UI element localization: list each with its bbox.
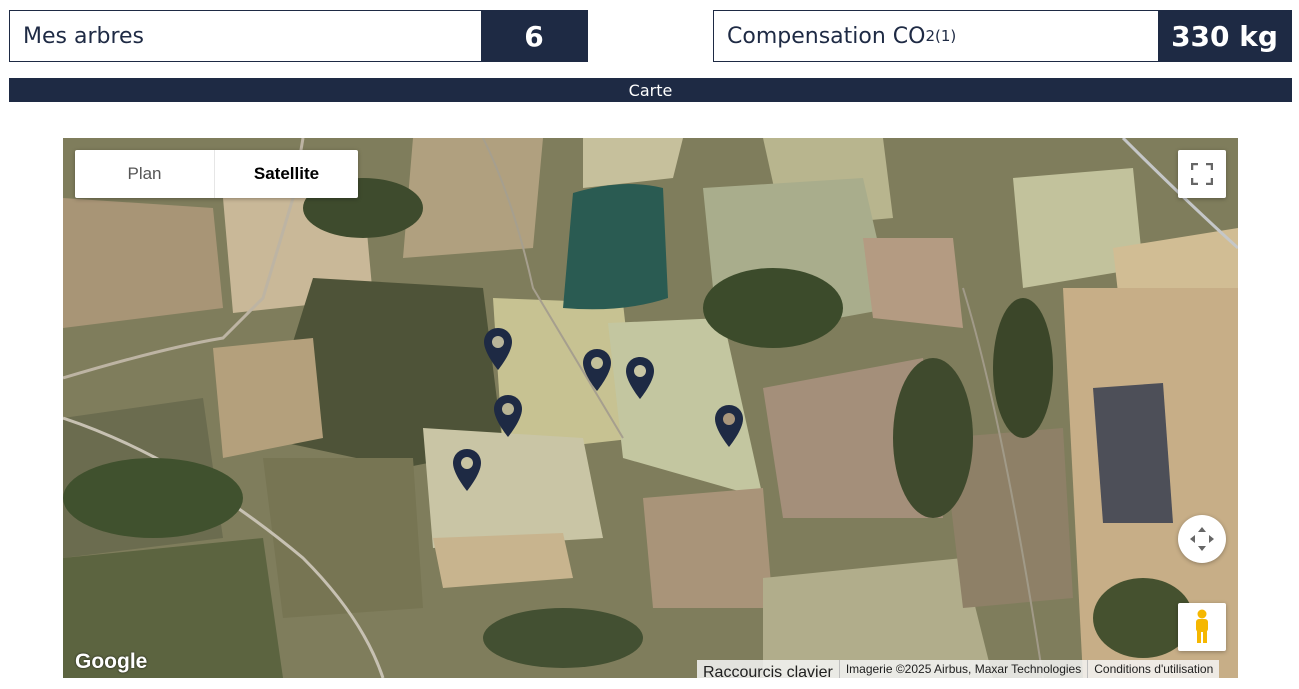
co2-value: 330 kg [1158, 11, 1291, 61]
street-view-pegman-button[interactable] [1178, 603, 1226, 651]
map-section-header: Carte [9, 78, 1292, 102]
co2-label: Compensation CO 2 (1) [714, 11, 1158, 61]
tree-marker[interactable] [493, 394, 523, 438]
co2-subscript: 2 [925, 27, 935, 45]
fullscreen-button[interactable] [1178, 150, 1226, 198]
tree-marker[interactable] [452, 448, 482, 492]
satellite-map[interactable]: Plan Satellite Google Raccourcis clavier… [63, 138, 1238, 678]
camera-control-button[interactable] [1178, 515, 1226, 563]
map-attribution-bar: Raccourcis clavier Imagerie ©2025 Airbus… [697, 660, 1220, 678]
tree-marker[interactable] [714, 404, 744, 448]
co2-footnote-ref[interactable]: (1) [935, 27, 956, 45]
co2-stat-box: Compensation CO 2 (1) 330 kg [713, 10, 1292, 62]
map-type-plan-button[interactable]: Plan [75, 150, 215, 198]
map-type-control: Plan Satellite [75, 150, 358, 198]
google-logo[interactable]: Google [75, 650, 147, 674]
trees-label: Mes arbres [23, 23, 145, 49]
map-type-satellite-button[interactable]: Satellite [215, 150, 358, 198]
satellite-imagery [63, 138, 1238, 678]
keyboard-shortcuts-link[interactable]: Raccourcis clavier [697, 660, 839, 678]
imagery-credit: Imagerie ©2025 Airbus, Maxar Technologie… [838, 660, 1088, 678]
terms-link[interactable]: Conditions d'utilisation [1087, 660, 1220, 678]
trees-count: 6 [481, 11, 587, 61]
camera-move-icon [1190, 527, 1214, 551]
fullscreen-icon [1191, 163, 1213, 185]
tree-marker[interactable] [625, 356, 655, 400]
tree-marker[interactable] [582, 348, 612, 392]
tree-marker[interactable] [483, 327, 513, 371]
trees-stat-box: Mes arbres 6 [9, 10, 588, 62]
pegman-icon [1196, 609, 1208, 643]
co2-label-text: Compensation CO [727, 23, 926, 49]
